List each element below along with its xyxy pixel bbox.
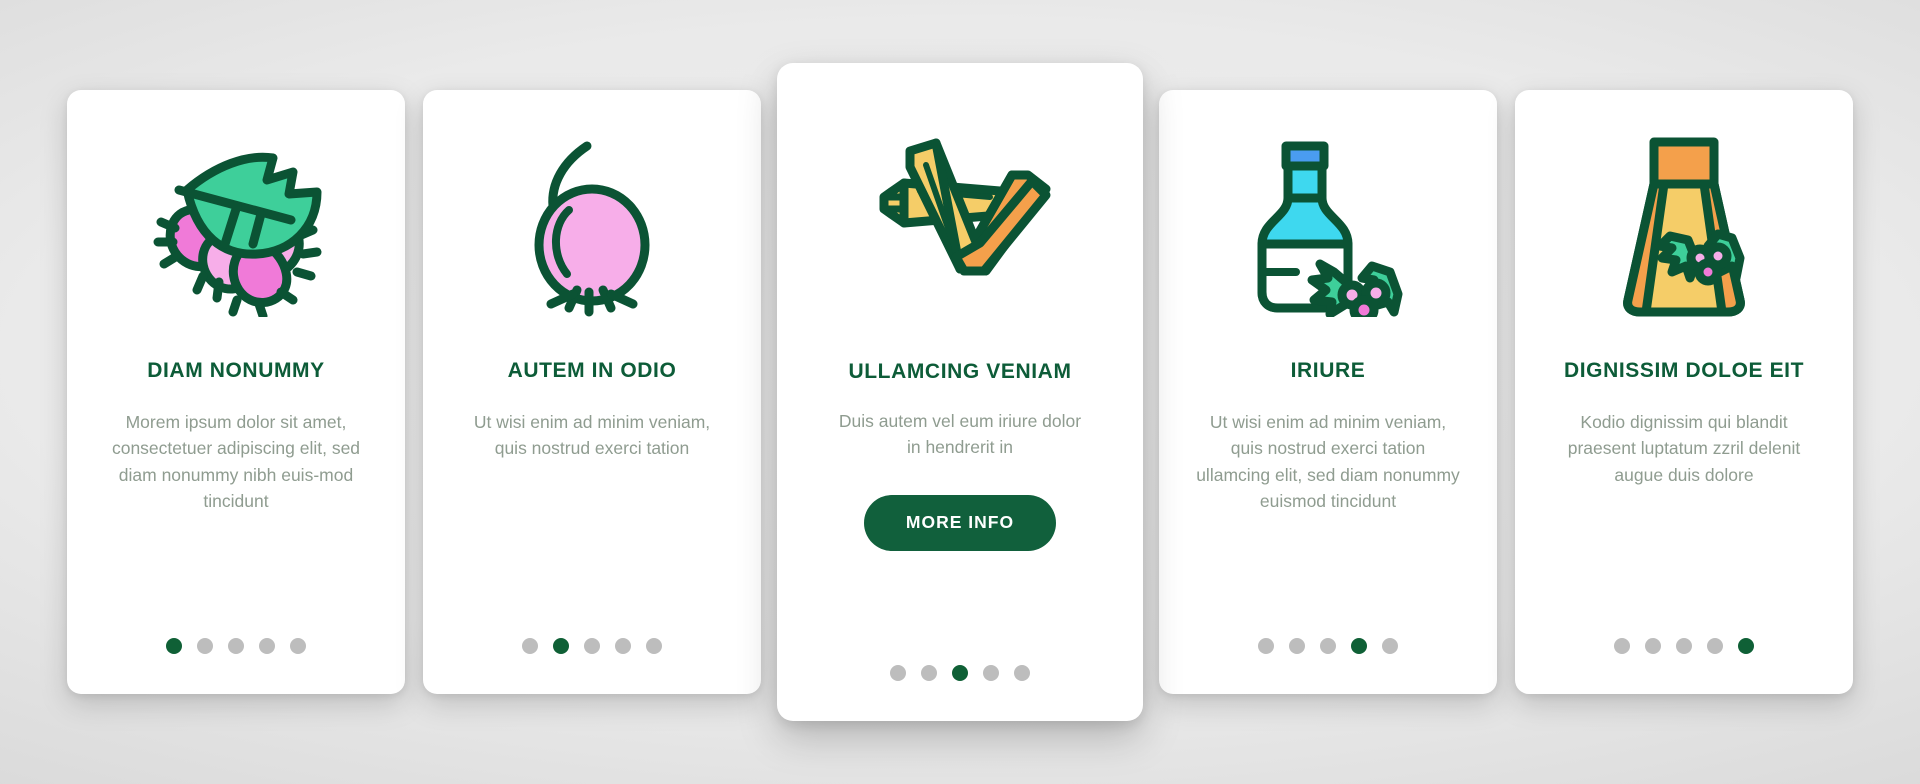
card-title: AUTEM IN ODIO bbox=[507, 359, 677, 382]
pagination-dot-2[interactable] bbox=[197, 638, 213, 654]
onboarding-card-4[interactable]: IRIURE Ut wisi enim ad minim veniam, qui… bbox=[1159, 90, 1497, 694]
pagination-dot-2[interactable] bbox=[1289, 638, 1305, 654]
onboarding-card-1[interactable]: DIAM NONUMMY Morem ipsum dolor sit amet,… bbox=[67, 90, 405, 694]
card-body-text: Ut wisi enim ad minim veniam, quis nostr… bbox=[473, 412, 711, 459]
pagination-dot-4[interactable] bbox=[983, 665, 999, 681]
pagination-dot-2[interactable] bbox=[921, 665, 937, 681]
spice-shaker-icon bbox=[1539, 90, 1829, 358]
pagination-dot-3[interactable] bbox=[1676, 638, 1692, 654]
pagination-dot-4[interactable] bbox=[1351, 638, 1367, 654]
pagination-dots bbox=[1159, 638, 1497, 654]
berries-with-leaf-icon bbox=[91, 90, 381, 358]
pagination-dot-2[interactable] bbox=[553, 638, 569, 654]
card-body-text: Ut wisi enim ad minim veniam, quis nostr… bbox=[1196, 412, 1460, 511]
card-body-text: Duis autem vel eum iriure dolor in hendr… bbox=[838, 411, 1082, 458]
pagination-dot-3[interactable] bbox=[228, 638, 244, 654]
onboarding-card-5[interactable]: DIGNISSIM DOLOE EIT Kodio dignissim qui … bbox=[1515, 90, 1853, 694]
pagination-dot-3[interactable] bbox=[952, 665, 968, 681]
pagination-dots bbox=[423, 638, 761, 654]
pagination-dot-3[interactable] bbox=[584, 638, 600, 654]
pagination-dot-4[interactable] bbox=[259, 638, 275, 654]
pagination-dot-4[interactable] bbox=[615, 638, 631, 654]
pagination-dot-5[interactable] bbox=[290, 638, 306, 654]
card-title: DIGNISSIM DOLOE EIT bbox=[1563, 359, 1805, 382]
bottle-with-berries-icon bbox=[1183, 90, 1473, 358]
pagination-dot-1[interactable] bbox=[890, 665, 906, 681]
card-title: IRIURE bbox=[1290, 359, 1366, 382]
more-info-button[interactable]: MORE INFO bbox=[863, 494, 1057, 551]
gooseberry-icon bbox=[447, 90, 737, 358]
cinnamon-sticks-icon bbox=[801, 63, 1119, 359]
pagination-dot-5[interactable] bbox=[1014, 665, 1030, 681]
pagination-dots bbox=[777, 665, 1143, 681]
pagination-dot-1[interactable] bbox=[522, 638, 538, 654]
pagination-dots bbox=[67, 638, 405, 654]
pagination-dot-5[interactable] bbox=[1738, 638, 1754, 654]
card-title: ULLAMCING VENIAM bbox=[848, 360, 1072, 383]
pagination-dot-2[interactable] bbox=[1645, 638, 1661, 654]
pagination-dots bbox=[1515, 638, 1853, 654]
onboarding-card-stage: DIAM NONUMMY Morem ipsum dolor sit amet,… bbox=[0, 0, 1920, 784]
pagination-dot-5[interactable] bbox=[1382, 638, 1398, 654]
pagination-dot-1[interactable] bbox=[1258, 638, 1274, 654]
card-title: DIAM NONUMMY bbox=[147, 359, 325, 382]
pagination-dot-5[interactable] bbox=[646, 638, 662, 654]
card-body-text: Morem ipsum dolor sit amet, consectetuer… bbox=[111, 412, 361, 511]
pagination-dot-4[interactable] bbox=[1707, 638, 1723, 654]
card-body-text: Kodio dignissim qui blandit praesent lup… bbox=[1567, 412, 1801, 485]
onboarding-card-2[interactable]: AUTEM IN ODIO Ut wisi enim ad minim veni… bbox=[423, 90, 761, 694]
onboarding-card-3-featured[interactable]: ULLAMCING VENIAM Duis autem vel eum iriu… bbox=[777, 63, 1143, 721]
pagination-dot-1[interactable] bbox=[1614, 638, 1630, 654]
pagination-dot-3[interactable] bbox=[1320, 638, 1336, 654]
pagination-dot-1[interactable] bbox=[166, 638, 182, 654]
